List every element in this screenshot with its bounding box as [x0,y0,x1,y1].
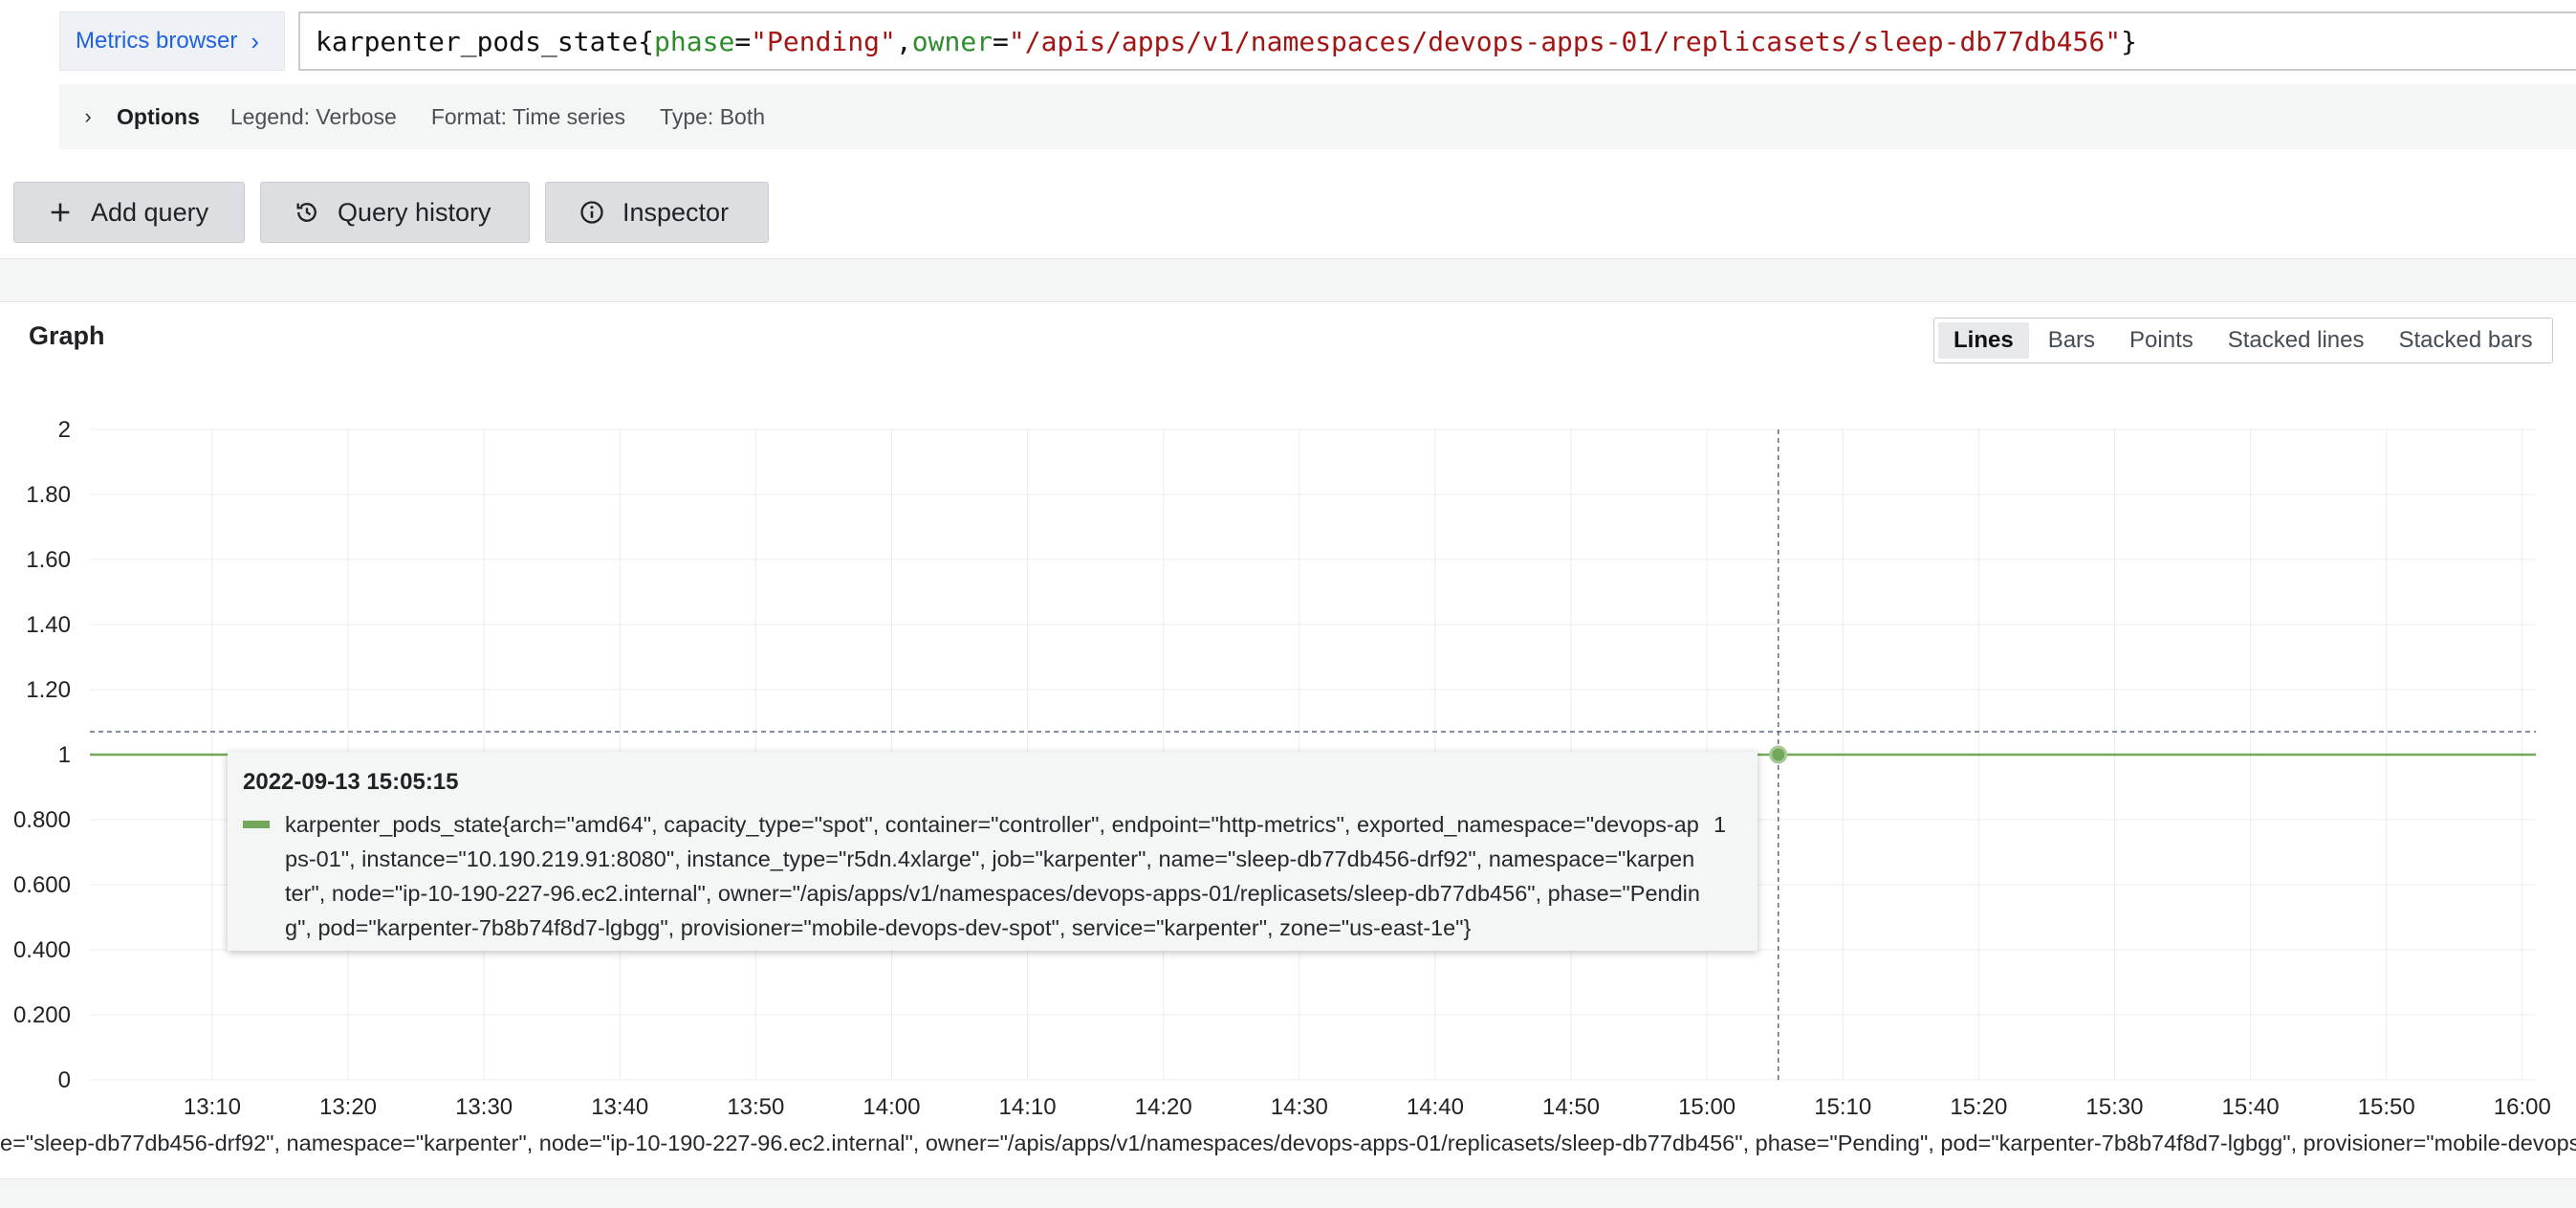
y-tick-label: 1.80 [26,482,71,508]
x-tick-label: 16:00 [2494,1094,2551,1119]
y-tick-label: 1.40 [26,612,71,638]
query-open-brace: { [638,25,655,57]
series-color-swatch [243,821,270,828]
x-tick-label: 15:30 [2085,1094,2143,1119]
chevron-right-icon: › [251,26,260,55]
viz-type-selector[interactable]: Lines Bars Points Stacked lines Stacked … [1933,318,2553,363]
add-query-button[interactable]: Add query [13,182,245,243]
info-icon [580,201,603,224]
x-tick-label: 15:50 [2358,1094,2415,1119]
query-eq: = [993,25,1009,57]
metrics-browser-label: Metrics browser [76,28,238,54]
inspector-button[interactable]: Inspector [545,182,769,243]
query-label-value: "Pending" [751,25,896,57]
viz-option-stacked-bars[interactable]: Stacked bars [2384,322,2548,359]
viz-option-points[interactable]: Points [2114,322,2209,359]
query-label-value: "/apis/apps/v1/namespaces/devops-apps-01… [1008,25,2122,57]
query-close-brace: } [2121,25,2137,57]
x-tick-label: 14:50 [1542,1094,1600,1119]
y-tick-label: 1.60 [26,547,71,573]
options-title[interactable]: Options [117,104,200,130]
x-tick-label: 13:20 [319,1094,377,1119]
query-metric: karpenter_pods_state [316,25,639,57]
inspector-label: Inspector [622,197,730,227]
query-history-button[interactable]: Query history [260,182,530,243]
history-icon [296,203,317,222]
x-tick-label: 14:40 [1407,1094,1464,1119]
metrics-browser-button[interactable]: Metrics browser › [59,11,285,71]
viz-option-bars[interactable]: Bars [2033,322,2110,359]
type-option: Type: Both [660,103,766,129]
y-tick-label: 0 [58,1067,71,1093]
y-tick-label: 1 [58,742,71,768]
add-query-label: Add query [91,197,209,227]
x-tick-label: 15:00 [1678,1094,1736,1119]
query-label-key: owner [911,25,993,57]
x-tick-label: 14:00 [862,1094,920,1119]
tooltip-series-label: karpenter_pods_state{arch="amd64", capac… [285,812,1700,940]
x-tick-label: 13:30 [455,1094,513,1119]
chevron-right-icon[interactable]: › [59,104,117,129]
x-tick-label: 13:40 [591,1094,648,1119]
y-tick-label: 0.400 [13,937,71,963]
section-divider [0,258,2576,302]
viz-option-lines[interactable]: Lines [1938,322,2029,359]
query-label-key: phase [654,25,735,57]
legend-series-label[interactable]: e="sleep-db77db456-drf92", namespace="ka… [0,1131,2576,1165]
tooltip-timestamp: 2022-09-13 15:05:15 [243,769,459,795]
x-tick-label: 14:30 [1271,1094,1328,1119]
chart-tooltip: 2022-09-13 15:05:15 karpenter_pods_state… [228,752,1757,951]
x-tick-label: 15:20 [1950,1094,2007,1119]
x-tick-label: 15:10 [1814,1094,1871,1119]
query-history-label: Query history [338,197,491,227]
bottom-divider [0,1178,2576,1208]
query-input[interactable]: karpenter_pods_state{phase = "Pending", own… [298,11,2576,71]
y-tick-label: 1.20 [26,677,71,703]
legend-option: Legend: Verbose [229,103,397,129]
x-tick-label: 15:40 [2222,1094,2280,1119]
query-comma: , [895,25,912,57]
y-tick-label: 0.800 [13,807,71,833]
y-tick-label: 0.600 [13,872,71,898]
x-tick-label: 14:20 [1135,1094,1192,1119]
hover-point [1769,745,1788,764]
x-tick-label: 13:10 [184,1094,241,1119]
viz-option-stacked-lines[interactable]: Stacked lines [2213,322,2380,359]
options-bar[interactable]: › Options Legend: Verbose Format: Time s… [59,84,2576,149]
x-tick-label: 13:50 [727,1094,784,1119]
query-eq: = [734,25,752,57]
y-tick-label: 0.200 [13,1002,71,1028]
plus-icon [51,203,70,222]
y-tick-label: 2 [58,417,71,443]
format-option: Format: Time series [430,103,626,129]
tooltip-value: 1 [1714,812,1727,837]
graph-title: Graph [29,321,105,350]
x-tick-label: 14:10 [999,1094,1057,1119]
